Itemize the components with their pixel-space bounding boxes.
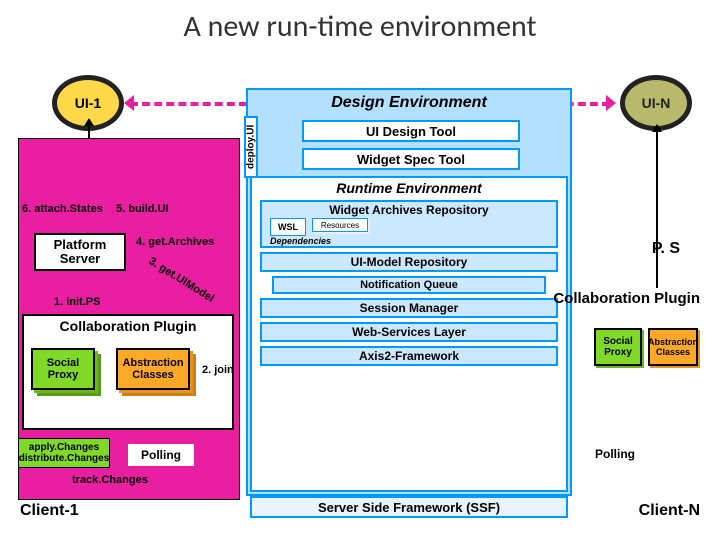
step-join: 2. join (202, 364, 234, 376)
arrow-up-icon-n (652, 124, 662, 132)
step-build-ui: 5. build.UI (116, 203, 169, 215)
ui-n-node: UI-N (620, 75, 692, 131)
web-services-layer-box: Web-Services Layer (260, 322, 558, 342)
social-proxy-box: Social Proxy (31, 348, 95, 390)
track-changes-label: track.Changes (72, 474, 148, 486)
platform-server-box: Platform Server (34, 233, 126, 271)
runtime-environment-box: Runtime Environment Widget Archives Repo… (250, 176, 568, 492)
widget-spec-tool-box: Widget Spec Tool (302, 148, 520, 170)
deploy-ui-label: deploy.UI (244, 116, 258, 178)
uimodel-repo-box: UI-Model Repository (260, 252, 558, 272)
step-init-ps: 1. init.PS (54, 296, 100, 308)
arrow-up-icon (84, 118, 94, 126)
resources-box: Resources (312, 218, 368, 232)
abstraction-classes-box: Abstraction Classes (116, 348, 190, 390)
step-get-archives: 4. get.Archives (136, 236, 214, 248)
page-title: A new run-time environment (0, 0, 720, 49)
polling-label-n: Polling (584, 444, 646, 464)
collab-plugin-n-label: Collaboration Plugin (553, 290, 700, 307)
platform-server-n-label: P. S (652, 240, 680, 258)
session-manager-box: Session Manager (260, 298, 558, 318)
step-attach-states: 6. attach.States (22, 203, 103, 215)
arrow-right-icon (606, 95, 616, 111)
client-n-label: Client-N (639, 502, 700, 520)
abstraction-classes-n-box: Abstraction Classes (648, 328, 698, 366)
wsl-box: WSL (270, 218, 306, 236)
runtime-environment-title: Runtime Environment (252, 178, 566, 198)
connector-n (656, 132, 658, 288)
design-environment-title: Design Environment (274, 94, 544, 112)
widget-archives-repo: Widget Archives Repository WSL Resources… (260, 200, 558, 248)
collab-plugin-title: Collaboration Plugin (24, 316, 232, 336)
connector (88, 126, 90, 138)
dependencies-label: Dependencies (270, 236, 556, 246)
apply-distribute-changes-box: apply.Changes distribute.Changes (18, 438, 110, 468)
axis2-framework-box: Axis2-Framework (260, 346, 558, 366)
architecture-diagram: UI-1 UI-N 6. attach.States 5. build.UI P… (0, 58, 720, 540)
polling-label-1: Polling (128, 444, 194, 466)
client-1-label: Client-1 (20, 502, 79, 520)
arrow-left-icon (124, 95, 134, 111)
social-proxy-n-box: Social Proxy (594, 328, 642, 366)
server-side-framework-box: Server Side Framework (SSF) (250, 496, 568, 518)
widget-archives-title: Widget Archives Repository (262, 202, 556, 218)
ui-design-tool-box: UI Design Tool (302, 120, 520, 142)
client-n-box: Social Proxy Abstraction Classes (594, 328, 698, 428)
notification-queue-box: Notification Queue (272, 276, 546, 294)
